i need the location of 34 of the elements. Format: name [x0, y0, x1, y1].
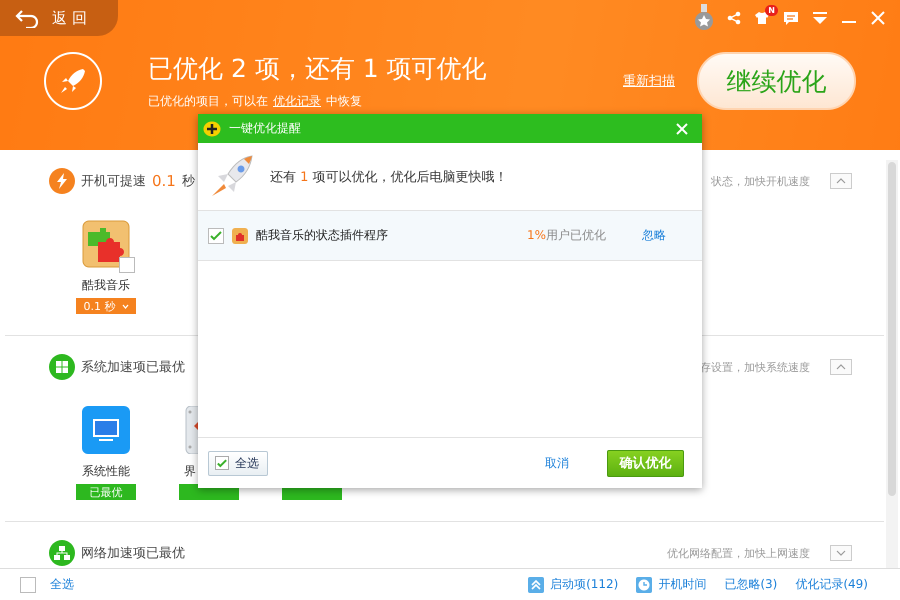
header-title: 已优化 2 项，还有 1 项可优化	[148, 53, 487, 85]
cancel-link[interactable]: 取消	[545, 454, 569, 472]
select-all-link[interactable]: 全选	[50, 576, 74, 593]
item-label: 酷我音乐	[82, 277, 130, 294]
row-stat: 1%用户已优化	[526, 227, 606, 244]
back-button[interactable]: 返 回	[0, 0, 118, 36]
boost-unit: 秒	[182, 173, 195, 190]
section-title: 系统加速项已最优	[81, 359, 185, 376]
notification-badge: N	[765, 5, 778, 16]
boost-value: 0.1	[152, 172, 176, 190]
row-name: 酷我音乐的状态插件程序	[256, 227, 388, 244]
status-link[interactable]: 开机时间	[658, 576, 706, 593]
section-hint: 优化网络配置，加快上网速度	[667, 546, 810, 560]
item-label: 系统性能	[82, 463, 130, 480]
status-link[interactable]: 已忽略(3)	[724, 576, 778, 593]
header-subtitle-end: 中恢复	[326, 93, 362, 110]
dialog-message: 还有 1 项可以优化，优化后电脑更快哦！	[270, 168, 508, 186]
section-hint: 状态，加快开机速度	[711, 174, 810, 188]
status-link[interactable]: 启动项(112)	[550, 576, 618, 593]
rescan-link[interactable]: 重新扫描	[623, 72, 675, 90]
section-title: 网络加速项已最优	[81, 545, 185, 562]
section-title: 开机可提速	[81, 173, 146, 190]
item-label: 界	[184, 463, 196, 480]
time-dropdown[interactable]: 0.1 秒	[76, 298, 136, 314]
list-row[interactable]: 酷我音乐的状态插件程序 1%用户已优化 忽略	[198, 211, 702, 261]
select-all-button[interactable]: 全选	[208, 450, 268, 476]
status-link[interactable]: 优化记录(49)	[795, 576, 868, 593]
continue-button[interactable]: 继续优化	[697, 52, 856, 110]
dialog-title: 一键优化提醒	[229, 120, 301, 137]
confirm-button[interactable]: 确认优化	[607, 450, 684, 476]
history-link[interactable]: 优化记录	[273, 93, 321, 110]
status-badge: 已最优	[76, 484, 136, 500]
ignore-link[interactable]: 忽略	[642, 227, 666, 244]
header-subtitle: 已优化的项目，可以在	[148, 93, 268, 110]
